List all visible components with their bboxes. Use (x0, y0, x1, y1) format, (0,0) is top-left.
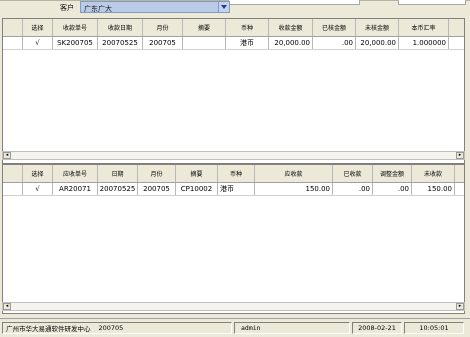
summary: CP10002 (176, 183, 218, 195)
col-header[interactable]: 已收款 (333, 165, 373, 182)
col-header[interactable]: 已核金额 (313, 19, 356, 36)
receivable-amount: 150.00 (255, 183, 333, 195)
col-header[interactable]: 币种 (226, 19, 269, 36)
receipt-no: SK200705 (53, 37, 98, 49)
col-header[interactable]: 未核金额 (356, 19, 399, 36)
scroll-right-icon[interactable]: ▸ (456, 152, 464, 159)
status-time: 10:05:01 (404, 322, 464, 334)
receivable-date: 20070525 (98, 183, 138, 195)
col-header[interactable]: 摘要 (183, 19, 226, 36)
col-header[interactable]: 选择 (23, 19, 53, 36)
table-row[interactable]: √ AR20071 20070525 200705 CP10002 港币 150… (3, 183, 464, 196)
col-header[interactable]: 收款日期 (98, 19, 143, 36)
filter-bar: 客户 广东广大 (0, 0, 470, 18)
col-header[interactable]: 本币汇率 (399, 19, 449, 36)
exchange-rate: 1.000000 (399, 37, 449, 49)
customer-select[interactable]: 广东广大 (80, 1, 230, 13)
status-user: admin (234, 322, 350, 334)
receipt-amount: 20,000.00 (269, 37, 313, 49)
col-header[interactable]: 币种 (218, 165, 255, 182)
col-header[interactable]: 月份 (138, 165, 176, 182)
receivable-grid[interactable]: 选择 应收单号 日期 月份 摘要 币种 应收款 已收款 调整金额 未收款 √ A… (2, 164, 465, 314)
col-header[interactable]: 调整金额 (373, 165, 412, 182)
unverified-amount: 20,000.00 (356, 37, 399, 49)
status-company-panel: 广州市华大易通软件研发中心 200705 (2, 322, 232, 334)
col-header[interactable]: 收款单号 (53, 19, 98, 36)
receivable-grid-hscrollbar[interactable]: ◂ ▸ (2, 302, 465, 311)
table-row[interactable]: √ SK200705 20070525 200705 港币 20,000.00 … (3, 37, 464, 50)
receipt-grid-hscrollbar[interactable]: ◂ ▸ (2, 151, 465, 160)
col-header[interactable]: 摘要 (176, 165, 218, 182)
scroll-right-icon[interactable]: ▸ (456, 303, 464, 310)
chevron-down-icon (221, 5, 227, 9)
select-checkmark[interactable]: √ (23, 183, 53, 195)
select-checkmark[interactable]: √ (23, 37, 53, 49)
outstanding-amount: 150.00 (412, 183, 455, 195)
receivable-no: AR20071 (53, 183, 98, 195)
currency: 港币 (218, 183, 255, 195)
received-amount: .00 (333, 183, 373, 195)
scroll-left-icon[interactable]: ◂ (3, 303, 11, 310)
col-header[interactable]: 应收单号 (53, 165, 98, 182)
customer-label: 客户 (60, 4, 74, 12)
row-indicator-header (3, 19, 23, 36)
receipt-grid[interactable]: 选择 收款单号 收款日期 月份 摘要 币种 收款金额 已核金额 未核金额 本币汇… (2, 18, 465, 164)
top-field-left[interactable] (228, 0, 360, 5)
period: 200705 (143, 37, 183, 49)
col-header[interactable]: 日期 (98, 165, 138, 182)
summary (183, 37, 226, 49)
col-header[interactable]: 月份 (143, 19, 183, 36)
status-bar: 广州市华大易通软件研发中心 200705 admin 2008-02-21 10… (0, 318, 470, 337)
col-header[interactable]: 未收款 (412, 165, 455, 182)
col-header[interactable]: 收款金额 (269, 19, 313, 36)
col-header[interactable]: 选择 (23, 165, 53, 182)
row-indicator-header (3, 165, 23, 182)
scroll-left-icon[interactable]: ◂ (3, 152, 11, 159)
dropdown-button[interactable] (218, 2, 229, 12)
receipt-date: 20070525 (98, 37, 143, 49)
period: 200705 (138, 183, 176, 195)
status-period: 200705 (98, 324, 124, 332)
receipt-grid-header: 选择 收款单号 收款日期 月份 摘要 币种 收款金额 已核金额 未核金额 本币汇… (3, 19, 464, 37)
status-company: 广州市华大易通软件研发中心 (6, 325, 91, 333)
row-indicator (3, 183, 23, 195)
receivable-grid-header: 选择 应收单号 日期 月份 摘要 币种 应收款 已收款 调整金额 未收款 (3, 165, 464, 183)
col-header[interactable]: 应收款 (255, 165, 333, 182)
row-indicator (3, 37, 23, 49)
verified-amount: .00 (313, 37, 356, 49)
status-date: 2008-02-21 (352, 322, 402, 334)
top-field-right[interactable] (398, 0, 466, 5)
currency: 港币 (226, 37, 269, 49)
customer-value: 广东广大 (84, 5, 112, 13)
adjust-amount: .00 (373, 183, 412, 195)
